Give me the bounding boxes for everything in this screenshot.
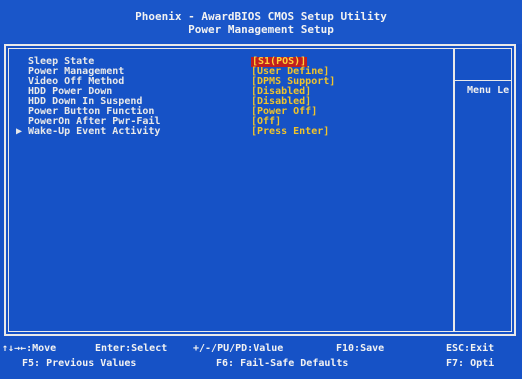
setting-value[interactable]: [Press Enter] (251, 127, 329, 137)
setting-label: Wake-Up Event Activity (28, 126, 161, 137)
key-hint-exit: ESC:Exit (446, 343, 495, 354)
panel-divider (453, 48, 455, 332)
key-hint-optimized: F7: Opti (446, 358, 495, 369)
bios-title: Phoenix - AwardBIOS CMOS Setup Utility (135, 10, 387, 23)
bios-screen: Phoenix - AwardBIOS CMOS Setup Utility P… (0, 0, 522, 379)
title-bar: Phoenix - AwardBIOS CMOS Setup Utility P… (0, 0, 522, 44)
setting-wake-up-event-activity[interactable]: ▶ Wake-Up Event Activity [Press Enter] (14, 127, 444, 137)
key-hint-fail-safe-defaults: F6: Fail-Safe Defaults (216, 358, 349, 369)
page-title: Power Management Setup (188, 23, 334, 36)
key-hint-value: +/-/PU/PD:Value (193, 343, 284, 354)
key-hint-select: Enter:Select (95, 343, 168, 354)
key-hint-previous-values: F5: Previous Values (22, 358, 137, 369)
key-help-footer: ↑↓→←:Move Enter:Select +/-/PU/PD:Value F… (0, 338, 522, 379)
key-hint-move: ↑↓→←:Move (2, 343, 57, 354)
item-help-menu-level: Menu Le (467, 85, 510, 96)
help-separator (455, 80, 512, 81)
key-hint-save: F10:Save (336, 343, 385, 354)
submenu-arrow-icon: ▶ (16, 126, 23, 137)
